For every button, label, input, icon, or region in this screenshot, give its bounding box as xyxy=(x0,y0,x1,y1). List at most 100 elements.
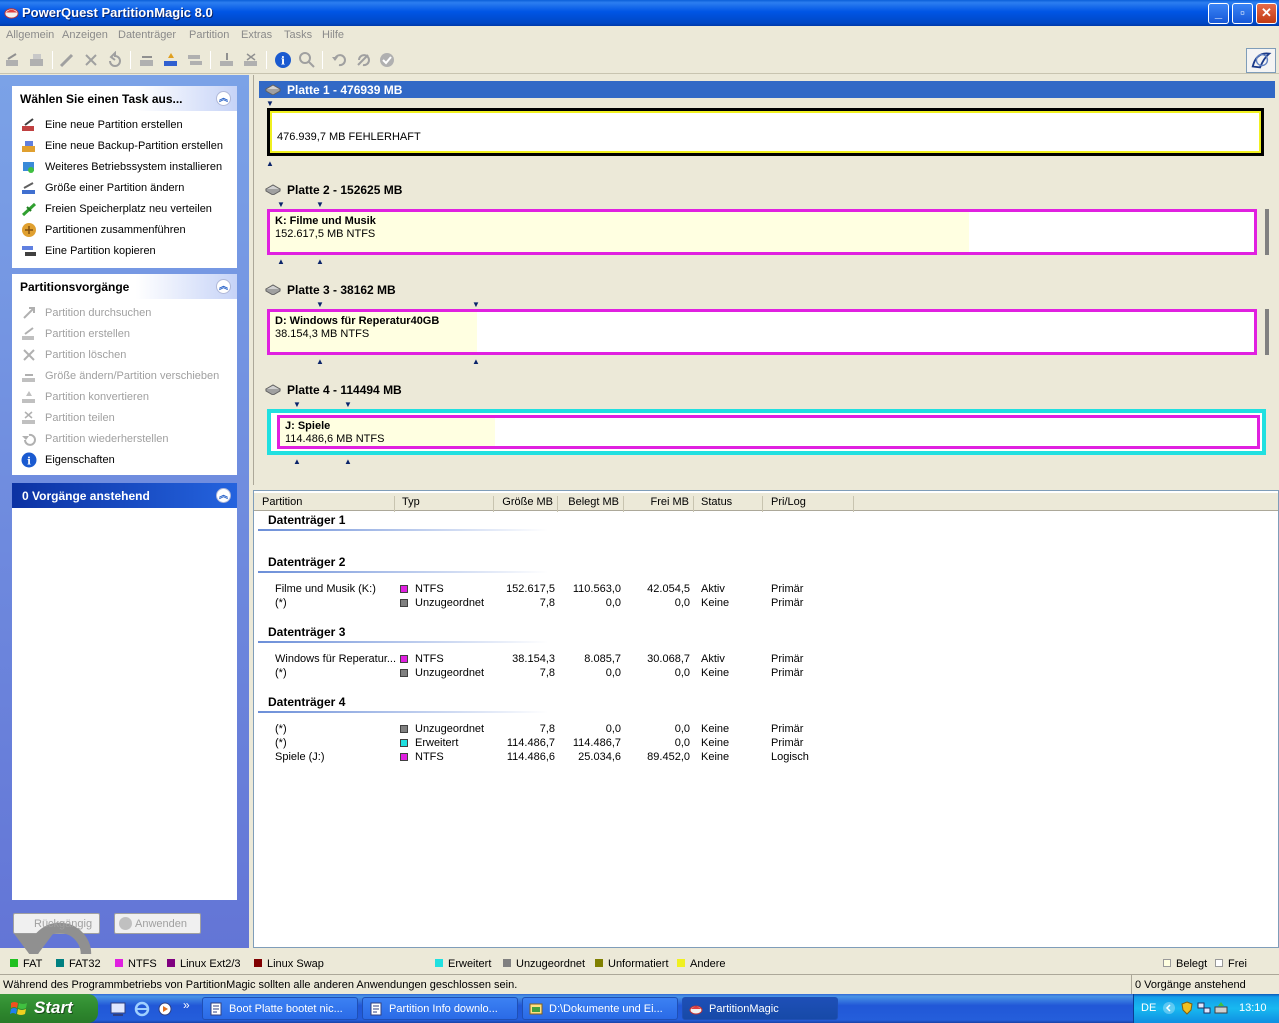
apply-icon[interactable] xyxy=(378,51,396,69)
task-copy-partition[interactable]: Eine Partition kopieren xyxy=(12,241,237,262)
partition-bar-faulty[interactable]: 476.939,7 MB FEHLERHAFT xyxy=(267,108,1264,156)
undelete-tool-icon[interactable] xyxy=(106,50,124,69)
show-desktop-icon[interactable] xyxy=(110,1001,126,1017)
network-icon[interactable] xyxy=(1197,1001,1211,1015)
op-delete-partition[interactable]: Partition löschen xyxy=(12,345,237,366)
undo-button[interactable]: Rückgängig xyxy=(13,913,100,986)
menu-datentraeger[interactable]: Datenträger xyxy=(118,29,176,41)
menu-anzeigen[interactable]: Anzeigen xyxy=(62,29,108,41)
legend-fat32: FAT32 xyxy=(56,958,101,970)
op-split-partition[interactable]: Partition teilen xyxy=(12,408,237,429)
col-prilog[interactable]: Pri/Log xyxy=(771,496,854,512)
disk-2-header[interactable]: Platte 2 - 152625 MB xyxy=(259,181,1275,198)
collapse-up-icon[interactable]: ︽ xyxy=(216,91,231,106)
task-redistribute-free-space[interactable]: Freien Speicherplatz neu verteilen xyxy=(12,199,237,220)
op-convert-partition[interactable]: Partition konvertieren xyxy=(12,387,237,408)
minimize-button[interactable]: _ xyxy=(1208,3,1229,24)
disk-4-header[interactable]: Platte 4 - 114494 MB xyxy=(259,381,1275,398)
disk-1-header[interactable]: Platte 1 - 476939 MB xyxy=(259,81,1275,98)
document-icon xyxy=(210,1002,222,1016)
split-tool-icon[interactable] xyxy=(242,51,260,69)
task-resize-partition[interactable]: Größe einer Partition ändern xyxy=(12,178,237,199)
group-title: Datenträger 1 xyxy=(268,513,346,527)
table-row[interactable]: (*) Unzugeordnet 7,8 0,0 0,0 Keine Primä… xyxy=(254,597,1254,611)
task-create-partition[interactable]: Eine neue Partition erstellen xyxy=(12,115,237,136)
delete-tool-icon[interactable] xyxy=(82,51,100,69)
start-button[interactable]: Start xyxy=(0,994,98,1023)
menu-tasks[interactable]: Tasks xyxy=(284,29,312,41)
resize-tool-icon[interactable] xyxy=(138,51,156,69)
table-row[interactable]: Filme und Musik (K:) NTFS 152.617,5 110.… xyxy=(254,583,1254,597)
operations-panel-header[interactable]: Partitionsvorgänge ︽ xyxy=(12,274,237,299)
op-create-partition[interactable]: Partition erstellen xyxy=(12,324,237,345)
col-partition[interactable]: Partition xyxy=(262,496,395,512)
internet-explorer-icon[interactable] xyxy=(134,1001,150,1017)
taskbar-item-partitionmagic[interactable]: PartitionMagic xyxy=(682,997,838,1020)
convert-tool-icon[interactable] xyxy=(162,51,180,69)
legend: FAT FAT32 NTFS Linux Ext2/3 Linux Swap E… xyxy=(0,954,1279,974)
disk-3[interactable]: Platte 3 - 38162 MB ▼ ▼ D: Windows für R… xyxy=(259,281,1275,371)
op-resize-move-partition[interactable]: Größe ändern/Partition verschieben xyxy=(12,366,237,387)
maximize-button[interactable]: ▫ xyxy=(1232,3,1253,24)
taskbar-item-boot-platte[interactable]: Boot Platte bootet nic... xyxy=(202,997,358,1020)
merge-tool-icon[interactable] xyxy=(218,51,236,69)
ntfs-swatch xyxy=(400,655,408,663)
partition-table: Partition Typ Größe MB Belegt MB Frei MB… xyxy=(253,490,1279,948)
menu-extras[interactable]: Extras xyxy=(241,29,272,41)
disk-map: Platte 1 - 476939 MB ▼ 476.939,7 MB FEHL… xyxy=(253,75,1279,485)
task-create-backup-partition[interactable]: Eine neue Backup-Partition erstellen xyxy=(12,136,237,157)
table-row[interactable]: Spiele (J:) NTFS 114.486,6 25.034,6 89.4… xyxy=(254,751,1254,765)
col-status[interactable]: Status xyxy=(701,496,763,512)
op-browse-partition[interactable]: Partition durchsuchen xyxy=(12,303,237,324)
apply-button[interactable]: Anwenden xyxy=(114,913,201,934)
disk-4[interactable]: Platte 4 - 114494 MB ▼ ▼ J: Spiele 114.48… xyxy=(259,381,1275,471)
info-icon[interactable]: i xyxy=(274,51,292,69)
menu-partition[interactable]: Partition xyxy=(189,29,229,41)
disk-3-header[interactable]: Platte 3 - 38162 MB xyxy=(259,281,1275,298)
hard-disk-icon xyxy=(265,384,281,395)
title-bar[interactable]: PowerQuest PartitionMagic 8.0 _ ▫ ✕ xyxy=(0,0,1279,26)
col-size[interactable]: Größe MB xyxy=(495,496,558,512)
collapse-up-icon[interactable]: ︽ xyxy=(216,279,231,294)
backup-partition-tool-icon[interactable] xyxy=(28,51,46,69)
table-row[interactable]: (*) Unzugeordnet 7,8 0,0 0,0 Keine Primä… xyxy=(254,667,1254,681)
undo-icon[interactable] xyxy=(330,51,348,69)
table-row[interactable]: Windows für Reperatur... NTFS 38.154,3 8… xyxy=(254,653,1254,667)
quicklaunch-overflow-icon[interactable]: » xyxy=(183,998,190,1012)
op-properties[interactable]: i Eigenschaften xyxy=(12,450,237,471)
extended-partition-bar[interactable]: J: Spiele 114.486,6 MB NTFS xyxy=(267,409,1266,455)
col-free[interactable]: Frei MB xyxy=(625,496,694,512)
partition-bar-filme-und-musik[interactable]: K: Filme und Musik 152.617,5 MB NTFS xyxy=(267,209,1257,255)
create-partition-tool-icon[interactable] xyxy=(4,51,22,69)
menu-allgemein[interactable]: Allgemein xyxy=(6,29,54,41)
taskbar-item-partition-info[interactable]: Partition Info downlo... xyxy=(362,997,518,1020)
tasks-panel-header[interactable]: Wählen Sie einen Task aus... ︽ xyxy=(12,86,237,111)
table-row[interactable]: (*) Unzugeordnet 7,8 0,0 0,0 Keine Primä… xyxy=(254,723,1254,737)
table-row[interactable]: (*) Erweitert 114.486,7 114.486,7 0,0 Ke… xyxy=(254,737,1254,751)
task-install-os[interactable]: Weiteres Betriebssystem installieren xyxy=(12,157,237,178)
disk-1[interactable]: Platte 1 - 476939 MB ▼ 476.939,7 MB FEHL… xyxy=(259,81,1275,171)
taskbar-item-dokumente[interactable]: D:\Dokumente und Ei... xyxy=(522,997,678,1020)
legend-used: Belegt xyxy=(1163,958,1207,970)
menu-hilfe[interactable]: Hilfe xyxy=(322,29,344,41)
pending-panel-header[interactable]: 0 Vorgänge anstehend ︽ xyxy=(12,483,237,508)
col-type[interactable]: Typ xyxy=(402,496,494,512)
language-indicator[interactable]: DE xyxy=(1141,1002,1156,1014)
close-button[interactable]: ✕ xyxy=(1256,3,1277,24)
disk-2[interactable]: Platte 2 - 152625 MB ▼ ▼ K: Filme und Mu… xyxy=(259,181,1275,271)
copy-tool-icon[interactable] xyxy=(186,51,204,69)
task-merge-partitions[interactable]: Partitionen zusammenführen xyxy=(12,220,237,241)
security-shield-icon[interactable] xyxy=(1180,1001,1194,1015)
media-player-icon[interactable] xyxy=(157,1001,173,1017)
search-icon[interactable] xyxy=(298,51,316,69)
partition-bar-windows-fuer-reperatur[interactable]: D: Windows für Reperatur40GB 38.154,3 MB … xyxy=(267,309,1257,355)
op-restore-partition[interactable]: Partition wiederherstellen xyxy=(12,429,237,450)
resize-partition-icon xyxy=(22,182,35,194)
format-tool-icon[interactable] xyxy=(58,51,76,69)
collapse-up-icon[interactable]: ︽ xyxy=(216,488,231,503)
partition-bar-spiele[interactable]: J: Spiele 114.486,6 MB NTFS xyxy=(277,415,1260,449)
discard-icon[interactable] xyxy=(354,51,372,69)
tray-expand-icon[interactable] xyxy=(1162,1001,1176,1015)
col-used[interactable]: Belegt MB xyxy=(559,496,624,512)
safely-remove-hardware-icon[interactable] xyxy=(1214,1001,1228,1015)
